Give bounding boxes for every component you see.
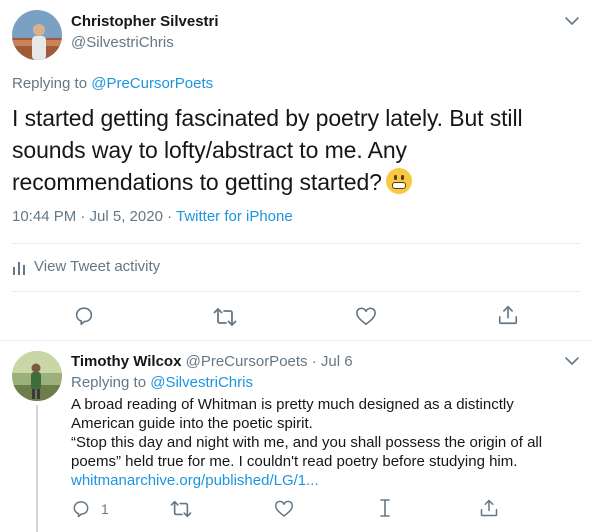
chevron-down-icon[interactable] (564, 355, 580, 367)
share-icon[interactable] (497, 304, 519, 326)
author-avatar[interactable] (12, 10, 62, 60)
reply-text: A broad reading of Whitman is pretty muc… (71, 395, 581, 490)
divider (12, 243, 580, 244)
view-tweet-activity-label: View Tweet activity (34, 258, 161, 275)
analytics-icon[interactable] (378, 498, 392, 518)
reply-text-line: poems” held true for me. I couldn't read… (71, 453, 518, 470)
reply-author-avatar[interactable] (12, 351, 62, 401)
reply-icon (73, 501, 89, 518)
reply-replying-prefix: Replying to (71, 374, 151, 391)
author-handle[interactable]: @SilvestriChris (71, 34, 174, 51)
replying-prefix: Replying to (12, 75, 92, 92)
reply-replying-to: Replying to @SilvestriChris (71, 374, 253, 391)
heart-icon[interactable] (274, 499, 294, 518)
reply-date[interactable]: · Jul 6 (312, 353, 353, 370)
replying-to-handle[interactable]: @PreCursorPoets (91, 75, 213, 92)
reply-icon[interactable] (73, 305, 95, 327)
divider (12, 291, 580, 292)
reply-reply-button[interactable]: 1 (71, 499, 109, 519)
retweet-icon[interactable] (213, 306, 237, 328)
chevron-down-icon[interactable] (564, 15, 580, 27)
heart-icon[interactable] (355, 306, 377, 326)
reply-text-line: “Stop this day and night with me, and yo… (71, 434, 543, 451)
tweet-text-content: I started getting fascinated by poetry l… (12, 105, 523, 195)
tweet-source[interactable]: Twitter for iPhone (176, 208, 293, 225)
tweet-text: I started getting fascinated by poetry l… (12, 102, 572, 198)
reply-author-handle[interactable]: @PreCursorPoets (186, 353, 308, 370)
retweet-icon[interactable] (170, 499, 192, 519)
reply-count: 1 (101, 501, 109, 517)
reply-header: Timothy Wilcox @PreCursorPoets · Jul 6 (71, 353, 353, 370)
reply-replying-to-handle[interactable]: @SilvestriChris (150, 374, 253, 391)
divider (0, 340, 592, 341)
replying-to: Replying to @PreCursorPoets (12, 75, 213, 92)
tweet-time[interactable]: 10:44 PM · Jul 5, 2020 · (12, 208, 176, 225)
reply-text-line: American guide into the poetic spirit. (71, 415, 313, 432)
author-name[interactable]: Christopher Silvestri (71, 13, 219, 30)
tweet-timestamp: 10:44 PM · Jul 5, 2020 · Twitter for iPh… (12, 208, 293, 225)
view-tweet-activity[interactable]: View Tweet activity (12, 258, 160, 275)
reply-author-name[interactable]: Timothy Wilcox (71, 353, 181, 370)
activity-icon (13, 261, 25, 275)
reply-text-line: A broad reading of Whitman is pretty muc… (71, 396, 514, 413)
share-icon[interactable] (479, 498, 499, 518)
reply-link[interactable]: whitmanarchive.org/published/LG/1... (71, 471, 581, 490)
thread-line (36, 405, 38, 532)
grimacing-emoji-icon (385, 168, 412, 194)
